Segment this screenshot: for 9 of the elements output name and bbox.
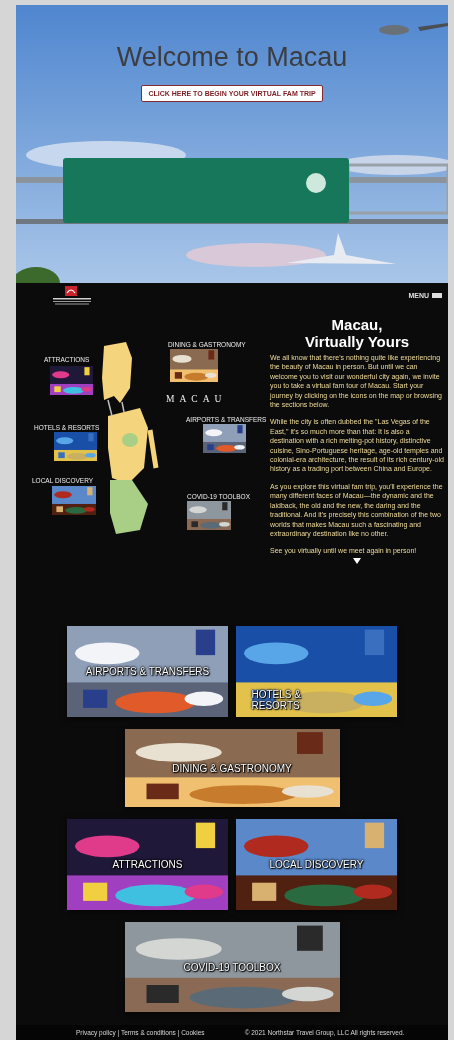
map-label: MACAU bbox=[166, 394, 227, 404]
menu-icon bbox=[432, 293, 442, 298]
down-arrow-icon[interactable] bbox=[353, 557, 361, 564]
logo-icon[interactable] bbox=[51, 286, 93, 306]
section-tile[interactable]: ATTRACTIONS bbox=[67, 819, 228, 910]
intro-heading: Virtually Yours bbox=[304, 333, 410, 350]
section-tile[interactable]: DINING & GASTRONOMY bbox=[124, 729, 340, 807]
hero-title: Welcome to Macau bbox=[116, 42, 348, 73]
intro-heading: Macau, bbox=[331, 316, 383, 333]
